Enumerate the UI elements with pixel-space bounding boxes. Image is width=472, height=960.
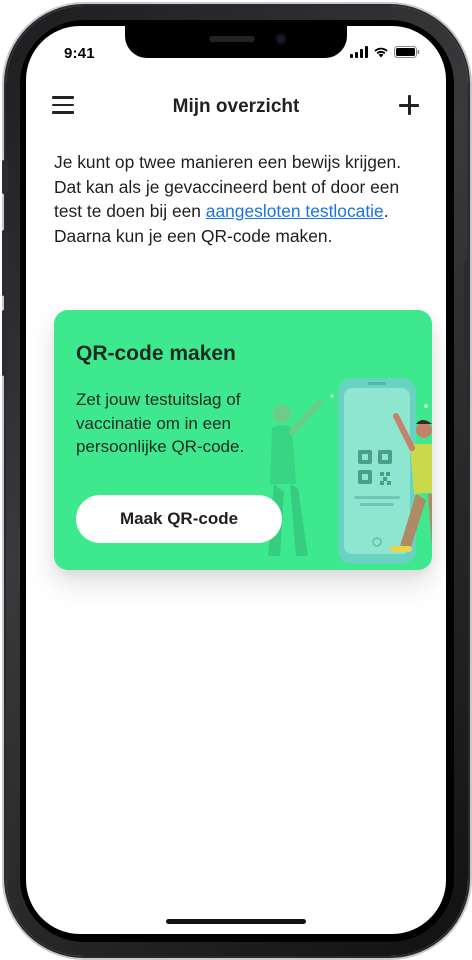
- qr-code-card: QR-code maken Zet jouw testuitslag of va…: [54, 310, 432, 570]
- make-qr-code-button[interactable]: Maak QR-code: [76, 495, 282, 543]
- page-title: Mijn overzicht: [172, 96, 300, 117]
- front-camera: [275, 33, 287, 45]
- stage: 9:41 Mijn overzicht Je kunt op twee mani…: [0, 0, 472, 960]
- silent-switch: [2, 160, 8, 194]
- navigation-bar: Mijn overzicht: [26, 88, 446, 126]
- testlocatie-link[interactable]: aangesloten testlocatie: [206, 201, 384, 221]
- home-indicator[interactable]: [166, 919, 306, 924]
- power-button: [464, 260, 470, 360]
- battery-icon: [394, 46, 420, 58]
- notch: [125, 26, 347, 58]
- status-time: 9:41: [64, 45, 95, 62]
- card-description: Zet jouw testuitslag of vaccinatie om in…: [76, 390, 245, 456]
- intro-text: Je kunt op twee manieren een bewijs krij…: [54, 150, 424, 248]
- card-title: QR-code maken: [76, 342, 236, 365]
- phone-qr-illustration: [268, 378, 432, 564]
- speaker-grille: [209, 36, 255, 42]
- wifi-icon: [373, 46, 389, 58]
- volume-down-button: [2, 310, 8, 376]
- screen: 9:41 Mijn overzicht Je kunt op twee mani…: [26, 26, 446, 934]
- cellular-signal-icon: [350, 46, 368, 58]
- status-icons: [350, 46, 420, 58]
- volume-up-button: [2, 230, 8, 296]
- plus-icon[interactable]: [398, 94, 420, 116]
